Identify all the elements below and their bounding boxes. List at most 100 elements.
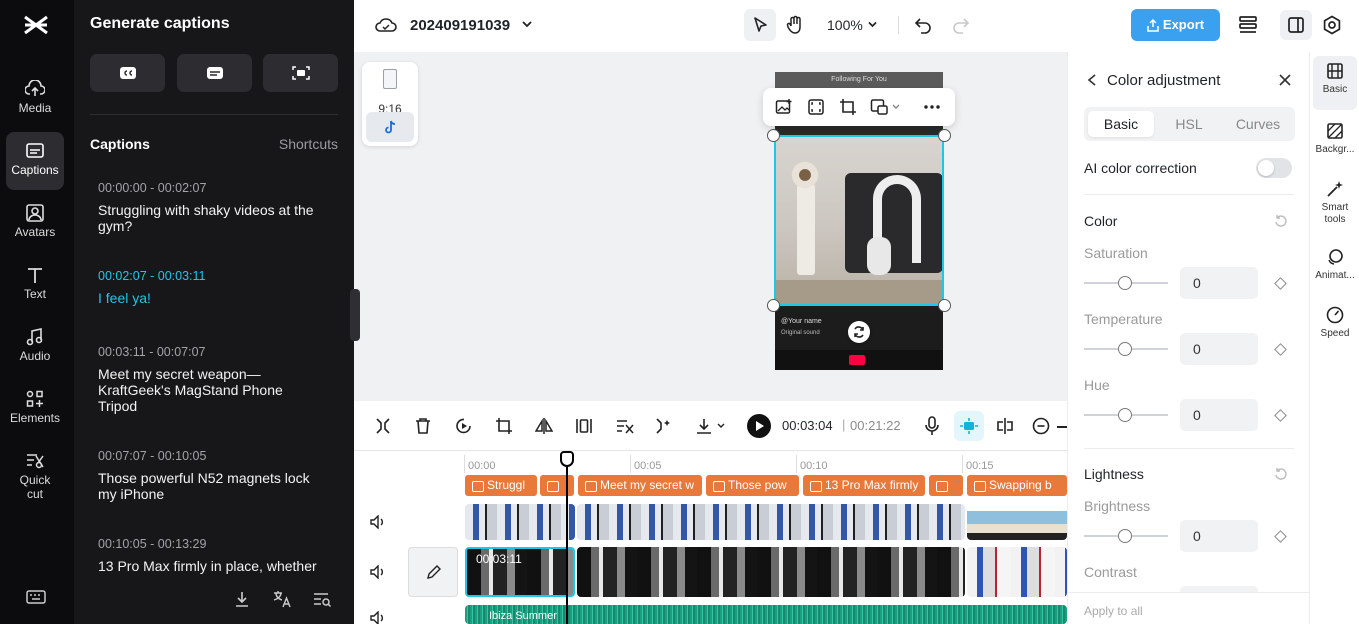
rail-background[interactable]: Backgr... [1313, 116, 1357, 170]
video-clip[interactable] [577, 547, 965, 597]
replace-media-icon[interactable] [870, 98, 888, 116]
caption-text[interactable]: 13 Pro Max firmly in place, whether [98, 558, 323, 574]
overlay-clip[interactable] [577, 504, 965, 540]
hand-tool-icon[interactable] [786, 15, 804, 35]
scissors-remove-icon[interactable] [615, 417, 635, 435]
search-list-icon[interactable] [312, 589, 332, 609]
hue-slider[interactable] [1084, 408, 1168, 422]
cloud-sync-icon[interactable] [375, 15, 397, 35]
undo-icon[interactable] [914, 16, 932, 34]
ai-color-toggle[interactable] [1256, 158, 1292, 178]
shortcuts-link[interactable]: Shortcuts [279, 136, 338, 152]
keyframe-diamond-icon[interactable] [1274, 343, 1287, 356]
select-tool-button[interactable] [744, 9, 776, 41]
project-name[interactable]: 202409191039 [410, 17, 510, 34]
audio-track-volume-icon[interactable] [370, 611, 386, 624]
layers-icon[interactable] [1237, 14, 1259, 34]
panel-layout-button[interactable] [1280, 10, 1312, 40]
brightness-value[interactable]: 0 [1180, 520, 1258, 552]
keyboard-icon[interactable] [26, 589, 46, 605]
rail-text[interactable]: Text [6, 256, 64, 314]
zoom-chevron-icon[interactable] [867, 20, 878, 29]
rail-quick-cut[interactable]: Quick cut [6, 442, 64, 510]
selection-box[interactable] [774, 135, 944, 306]
auto-captions-button[interactable] [90, 54, 165, 92]
caption-text[interactable]: Those powerful N52 magnets lock my iPhon… [98, 470, 323, 502]
resize-handle-tl[interactable] [767, 129, 780, 142]
capcut-logo[interactable] [22, 13, 50, 37]
preview-canvas[interactable]: 9:16 Following For You @Your name Origin… [354, 52, 1067, 401]
download-clip-icon[interactable] [695, 417, 713, 435]
tab-curves[interactable]: Curves [1225, 111, 1291, 137]
selected-video-clip[interactable]: 00:03:11 [465, 547, 575, 597]
saturation-value[interactable]: 0 [1180, 267, 1258, 299]
microphone-icon[interactable] [924, 416, 940, 436]
reset-icon[interactable] [1274, 467, 1288, 481]
caption-item[interactable]: 00:00:00 - 00:02:07 Struggling with shak… [98, 181, 323, 234]
panel-collapse-handle[interactable] [350, 289, 360, 341]
more-chevron-icon[interactable] [891, 103, 901, 111]
speed-ramp-icon[interactable] [455, 417, 473, 435]
download-chevron-icon[interactable] [716, 422, 726, 430]
keyframe-diamond-icon[interactable] [1274, 530, 1287, 543]
rail-elements[interactable]: Elements [6, 380, 64, 438]
caption-clip[interactable]: Struggl [465, 475, 537, 496]
caption-clip[interactable]: Swapping b [967, 475, 1067, 496]
rail-media[interactable]: Media [6, 70, 64, 128]
settings-gear-icon[interactable] [1322, 15, 1342, 35]
caption-item[interactable]: 00:07:07 - 00:10:05 Those powerful N52 m… [98, 449, 323, 502]
auto-cut-icon[interactable] [655, 417, 673, 435]
rail-smart-tools[interactable]: Smart tools [1313, 174, 1357, 234]
caption-clip[interactable]: Those pow [706, 475, 799, 496]
caption-text[interactable]: Struggling with shaky videos at the gym? [98, 202, 323, 234]
audio-clip[interactable]: Ibiza Summer [465, 605, 1067, 624]
rail-animation[interactable]: Animat... [1313, 242, 1357, 296]
video-clip[interactable] [967, 547, 1067, 597]
zoom-out-icon[interactable] [1032, 417, 1050, 435]
rail-basic[interactable]: Basic [1313, 56, 1357, 110]
delete-icon[interactable] [415, 417, 431, 435]
tiktok-preset-button[interactable] [366, 112, 414, 142]
rotate-handle[interactable] [848, 321, 870, 343]
reset-icon[interactable] [1274, 214, 1288, 228]
hue-value[interactable]: 0 [1180, 399, 1258, 431]
slider-knob[interactable] [1118, 408, 1132, 422]
tab-basic[interactable]: Basic [1088, 111, 1154, 137]
caption-item[interactable]: 00:10:05 - 00:13:29 13 Pro Max firmly in… [98, 537, 323, 574]
zoom-slider-track[interactable] [1057, 426, 1067, 428]
redo-icon[interactable] [952, 16, 970, 34]
saturation-slider[interactable] [1084, 276, 1168, 290]
caption-text[interactable]: I feel ya! [98, 290, 323, 306]
resize-handle-bl[interactable] [767, 299, 780, 312]
rail-avatars[interactable]: Avatars [6, 194, 64, 252]
slider-knob[interactable] [1118, 342, 1132, 356]
playhead[interactable] [566, 451, 568, 624]
chevron-down-icon[interactable] [521, 19, 533, 29]
scan-captions-button[interactable] [263, 54, 338, 92]
overlay-clip[interactable] [967, 504, 1067, 540]
temperature-slider[interactable] [1084, 342, 1168, 356]
resize-handle-br[interactable] [938, 299, 951, 312]
keyframe-diamond-icon[interactable] [1274, 277, 1287, 290]
tab-hsl[interactable]: HSL [1156, 111, 1222, 137]
keyframe-diamond-icon[interactable] [1274, 409, 1287, 422]
export-button[interactable]: Export [1131, 9, 1220, 41]
caption-clip[interactable] [929, 475, 963, 496]
apply-to-all-button[interactable]: Apply to all [1084, 604, 1143, 618]
slider-knob[interactable] [1118, 529, 1132, 543]
caption-item-active[interactable]: 00:02:07 - 00:03:11 I feel ya! [98, 269, 323, 306]
close-icon[interactable] [1278, 73, 1292, 87]
overlay-clip[interactable] [465, 504, 575, 540]
freeze-frame-icon[interactable] [575, 417, 593, 435]
split-icon[interactable] [375, 417, 391, 435]
main-track-volume-icon[interactable] [370, 565, 386, 579]
back-icon[interactable] [1086, 73, 1098, 87]
resize-handle-tr[interactable] [938, 129, 951, 142]
slider-knob[interactable] [1118, 276, 1132, 290]
caption-clip[interactable] [540, 475, 574, 496]
rail-captions[interactable]: Captions [6, 132, 64, 190]
download-icon[interactable] [232, 589, 252, 609]
caption-text[interactable]: Meet my secret weapon—KraftGeek's MagSta… [98, 366, 323, 414]
crop-icon[interactable] [839, 98, 857, 116]
crop-tool-icon[interactable] [495, 417, 513, 435]
